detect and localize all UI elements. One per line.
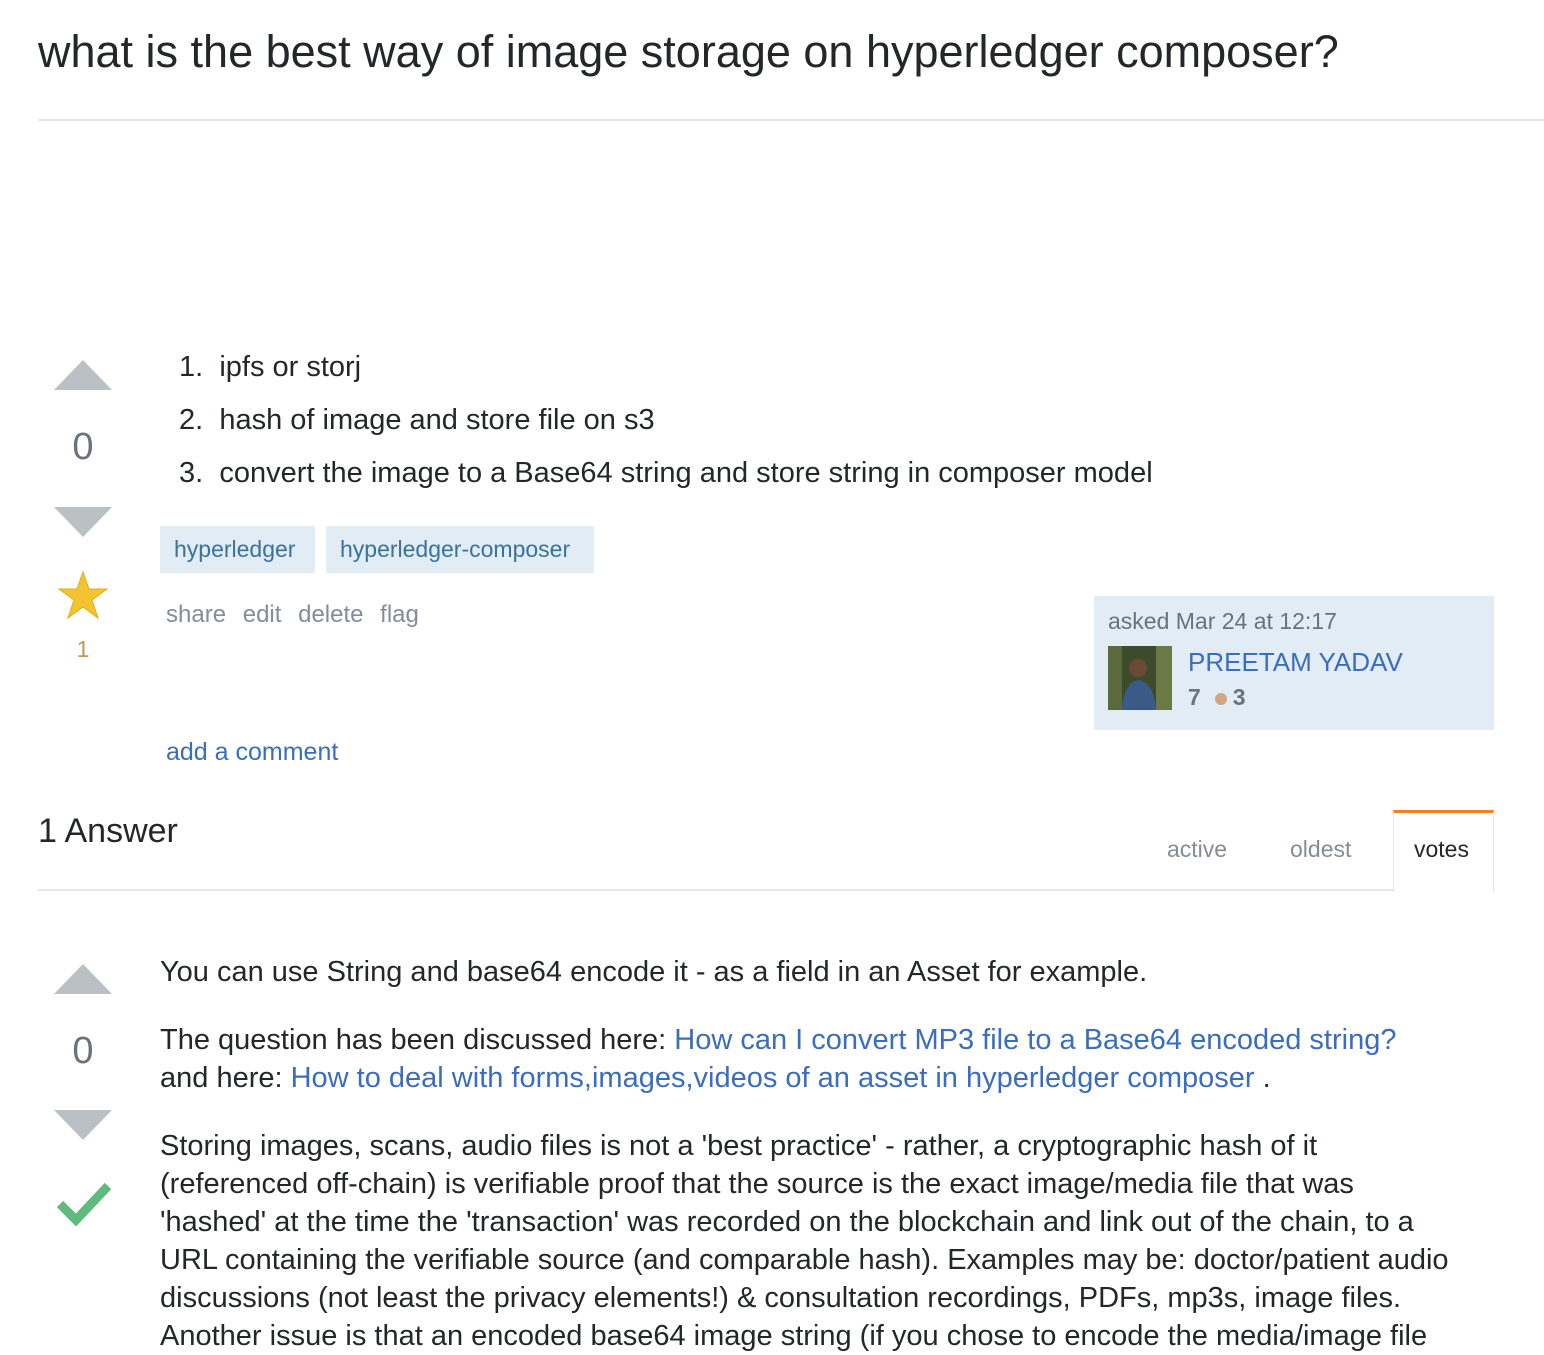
answer-line: 'hashed' at the time the 'transaction' w… — [160, 1206, 1414, 1238]
add-comment-link[interactable]: add a comment — [166, 738, 338, 767]
answer-line: URL containing the verifiable source (an… — [160, 1244, 1449, 1276]
delete-link[interactable]: delete — [298, 601, 363, 628]
answer-paragraph-1: You can use String and base64 encode it … — [160, 956, 1148, 988]
edit-link[interactable]: edit — [243, 601, 282, 628]
user-reputation: 73 — [1188, 684, 1246, 711]
answer-downvote-button[interactable] — [54, 1110, 112, 1140]
post-menu: share edit delete flag — [166, 601, 429, 629]
reputation-score: 7 — [1188, 684, 1201, 710]
answers-count-heading: 1 Answer — [38, 812, 178, 850]
answer-paragraph-3: Storing images, scans, audio files is no… — [160, 1127, 1505, 1355]
title-divider — [38, 119, 1544, 121]
answer-paragraph-2: The question has been discussed here: Ho… — [160, 1021, 1505, 1097]
answer-upvote-button[interactable] — [54, 964, 112, 994]
answer-text: . — [1254, 1062, 1271, 1094]
tag-hyperledger[interactable]: hyperledger — [160, 526, 315, 573]
list-number: 3. — [179, 457, 204, 489]
accepted-check-icon — [56, 1178, 112, 1227]
answer-line: discussions (not least the privacy eleme… — [160, 1282, 1402, 1314]
tag-hyperledger-composer[interactable]: hyperledger-composer — [326, 526, 594, 573]
share-link[interactable]: share — [166, 601, 226, 628]
user-name-link[interactable]: PREETAM YADAV — [1188, 647, 1403, 678]
avatar[interactable] — [1108, 646, 1172, 710]
answer-line: Storing images, scans, audio files is no… — [160, 1130, 1318, 1162]
favorite-count: 1 — [76, 636, 90, 662]
list-text: hash of image and store file on s3 — [219, 404, 655, 436]
list-number: 2. — [179, 404, 204, 436]
bronze-badge-count: 3 — [1232, 684, 1246, 710]
mp3-base64-link[interactable]: How can I convert MP3 file to a Base64 e… — [674, 1024, 1396, 1056]
forms-images-videos-link[interactable]: How to deal with forms,images,videos of … — [291, 1062, 1255, 1094]
question-vote-count: 0 — [72, 426, 94, 468]
tab-votes[interactable]: votes — [1414, 836, 1469, 863]
list-item: 1. ipfs or storj — [179, 351, 361, 384]
answer-text: and here: — [160, 1062, 291, 1094]
answer-line: (referenced off-chain) is verifiable pro… — [160, 1168, 1354, 1200]
list-number: 1. — [179, 351, 204, 383]
answer-vote-count: 0 — [72, 1030, 94, 1072]
flag-link[interactable]: flag — [380, 601, 419, 628]
tab-active[interactable]: active — [1167, 836, 1227, 863]
favorite-star-icon[interactable] — [57, 570, 109, 622]
bronze-badge-icon — [1214, 692, 1227, 705]
question-downvote-button[interactable] — [54, 507, 112, 537]
list-item: 3. convert the image to a Base64 string … — [179, 457, 1153, 490]
question-title: what is the best way of image storage on… — [38, 26, 1339, 77]
asked-timestamp: asked Mar 24 at 12:17 — [1108, 608, 1337, 634]
tab-oldest[interactable]: oldest — [1290, 836, 1351, 863]
list-text: ipfs or storj — [219, 351, 362, 383]
answers-divider — [38, 889, 1494, 891]
list-item: 2. hash of image and store file on s3 — [179, 404, 655, 437]
list-text: convert the image to a Base64 string and… — [219, 457, 1153, 489]
answer-line: Another issue is that an encoded base64 … — [160, 1320, 1428, 1352]
tab-votes-gap — [1394, 888, 1493, 892]
question-upvote-button[interactable] — [54, 360, 112, 390]
answer-text: The question has been discussed here: — [160, 1024, 675, 1056]
